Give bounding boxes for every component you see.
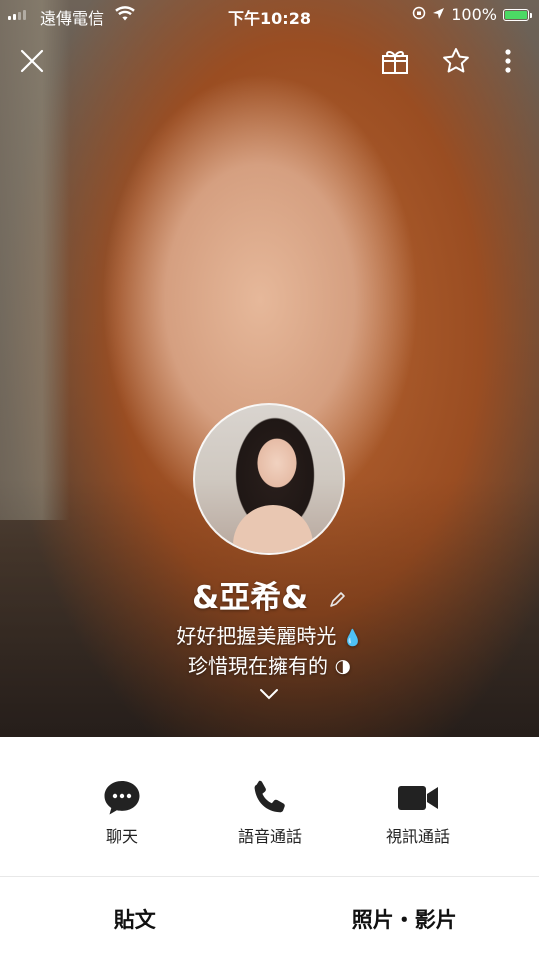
star-icon [443, 48, 469, 73]
chat-button[interactable]: 聊天 [62, 777, 182, 847]
close-icon [20, 49, 44, 73]
more-button[interactable] [491, 44, 525, 78]
more-vertical-icon [505, 49, 511, 73]
pencil-icon [330, 591, 345, 607]
droplet-emoji: 💧 [342, 628, 363, 647]
gift-icon [382, 50, 408, 74]
avatar-figure [233, 505, 313, 553]
phone-icon [254, 780, 285, 813]
video-call-label: 視訊通話 [385, 827, 450, 846]
chevron-down-icon [260, 689, 278, 700]
profile-name: &亞希& [192, 580, 309, 616]
profile-tabs: 貼文 照片・影片 [0, 877, 539, 960]
chat-label: 聊天 [105, 827, 138, 846]
voice-call-label: 語音通話 [237, 827, 302, 846]
chat-bubble-icon [104, 781, 140, 815]
expand-button[interactable] [258, 686, 280, 705]
status-message-line2: 珍惜現在擁有的 🌗 [187, 654, 352, 678]
video-camera-icon [398, 786, 438, 810]
tab-posts[interactable]: 貼文 [0, 877, 270, 960]
favorite-button[interactable] [439, 44, 473, 78]
tab-photos-videos[interactable]: 照片・影片 [270, 877, 539, 960]
location-icon [432, 5, 445, 24]
battery-icon [503, 8, 532, 21]
profile-name-row: &亞希& [0, 572, 539, 618]
action-bar: 聊天 語音通話 視訊通話 [0, 737, 539, 877]
orientation-lock-icon [412, 5, 426, 24]
close-button[interactable] [15, 44, 49, 78]
battery-percent: 100% [451, 5, 497, 24]
edit-name-button[interactable] [327, 582, 347, 618]
status-message-line1: 好好把握美麗時光 💧 [176, 624, 363, 648]
video-call-button[interactable]: 視訊通話 [358, 777, 478, 847]
gift-button[interactable] [378, 44, 412, 78]
profile-avatar[interactable] [193, 403, 345, 555]
status-bar: 遠傳電信 下午10:28 100% [0, 0, 539, 30]
cover-background-wall [0, 0, 70, 520]
moon-emoji: 🌗 [334, 658, 352, 677]
voice-call-button[interactable]: 語音通話 [210, 777, 330, 847]
